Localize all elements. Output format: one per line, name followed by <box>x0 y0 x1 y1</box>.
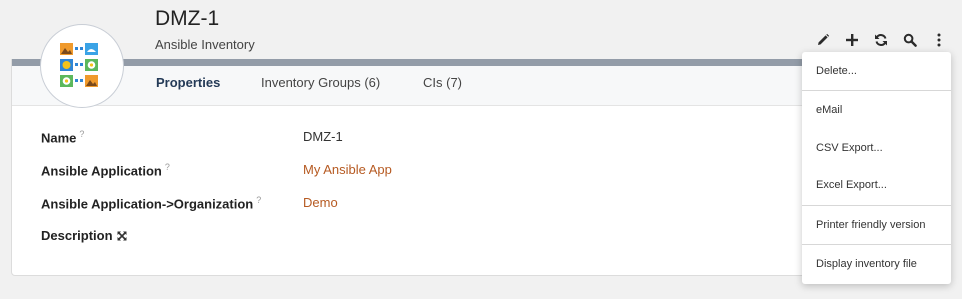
tab-inventory-groups[interactable]: Inventory Groups (6) <box>261 75 380 90</box>
property-label: Ansible Application? <box>41 162 170 178</box>
property-row-name: Name? DMZ-1 <box>41 129 761 149</box>
pencil-icon <box>817 33 829 45</box>
search-button[interactable] <box>895 31 924 49</box>
property-label: Name? <box>41 129 84 145</box>
actions-menu: Delete... eMail CSV Export... Excel Expo… <box>802 52 951 284</box>
more-actions-button[interactable] <box>924 31 953 49</box>
property-label-text: Name <box>41 130 77 146</box>
card-header-bar <box>12 59 810 66</box>
menu-divider <box>802 205 951 206</box>
help-marker[interactable]: ? <box>256 195 261 205</box>
add-button[interactable] <box>837 31 866 49</box>
property-label-text: Ansible Application->Organization <box>41 196 254 212</box>
help-marker[interactable]: ? <box>165 162 170 172</box>
property-row-organization: Ansible Application->Organization? Demo <box>41 195 761 215</box>
tab-properties[interactable]: Properties <box>156 75 220 90</box>
refresh-icon <box>874 34 887 46</box>
tab-cis[interactable]: CIs (7) <box>423 75 462 90</box>
menu-item-excel-export[interactable]: Excel Export... <box>816 179 887 191</box>
application-link[interactable]: My Ansible App <box>303 162 392 177</box>
menu-item-display-inventory-file[interactable]: Display inventory file <box>816 258 917 270</box>
edit-button[interactable] <box>808 31 837 49</box>
tab-bar: Properties Inventory Groups (6) CIs (7) <box>12 66 810 106</box>
property-label: Description <box>41 228 127 243</box>
ansible-inventory-icon <box>60 43 98 87</box>
menu-item-printer-friendly[interactable]: Printer friendly version <box>816 219 925 231</box>
page-header: DMZ-1 Ansible Inventory <box>0 0 962 60</box>
property-value-name: DMZ-1 <box>303 129 343 144</box>
inventory-logo <box>40 24 124 108</box>
property-label: Ansible Application->Organization? <box>41 195 261 211</box>
menu-item-email[interactable]: eMail <box>816 104 842 116</box>
menu-divider <box>802 244 951 245</box>
menu-divider <box>802 90 951 91</box>
expand-icon[interactable] <box>116 231 127 241</box>
menu-item-csv-export[interactable]: CSV Export... <box>816 142 883 154</box>
help-marker[interactable]: ? <box>79 129 84 139</box>
search-icon <box>903 33 917 47</box>
refresh-button[interactable] <box>866 31 895 49</box>
property-row-application: Ansible Application? My Ansible App <box>41 162 761 182</box>
page-title: DMZ-1 <box>155 7 220 30</box>
more-vertical-icon <box>937 33 940 47</box>
plus-icon <box>845 34 858 46</box>
toolbar <box>808 31 953 49</box>
property-label-text: Ansible Application <box>41 163 162 179</box>
page-subtitle: Ansible Inventory <box>155 37 255 52</box>
property-row-description: Description <box>41 228 761 248</box>
property-label-text: Description <box>41 228 113 243</box>
organization-link[interactable]: Demo <box>303 195 338 210</box>
menu-item-delete[interactable]: Delete... <box>816 65 857 77</box>
